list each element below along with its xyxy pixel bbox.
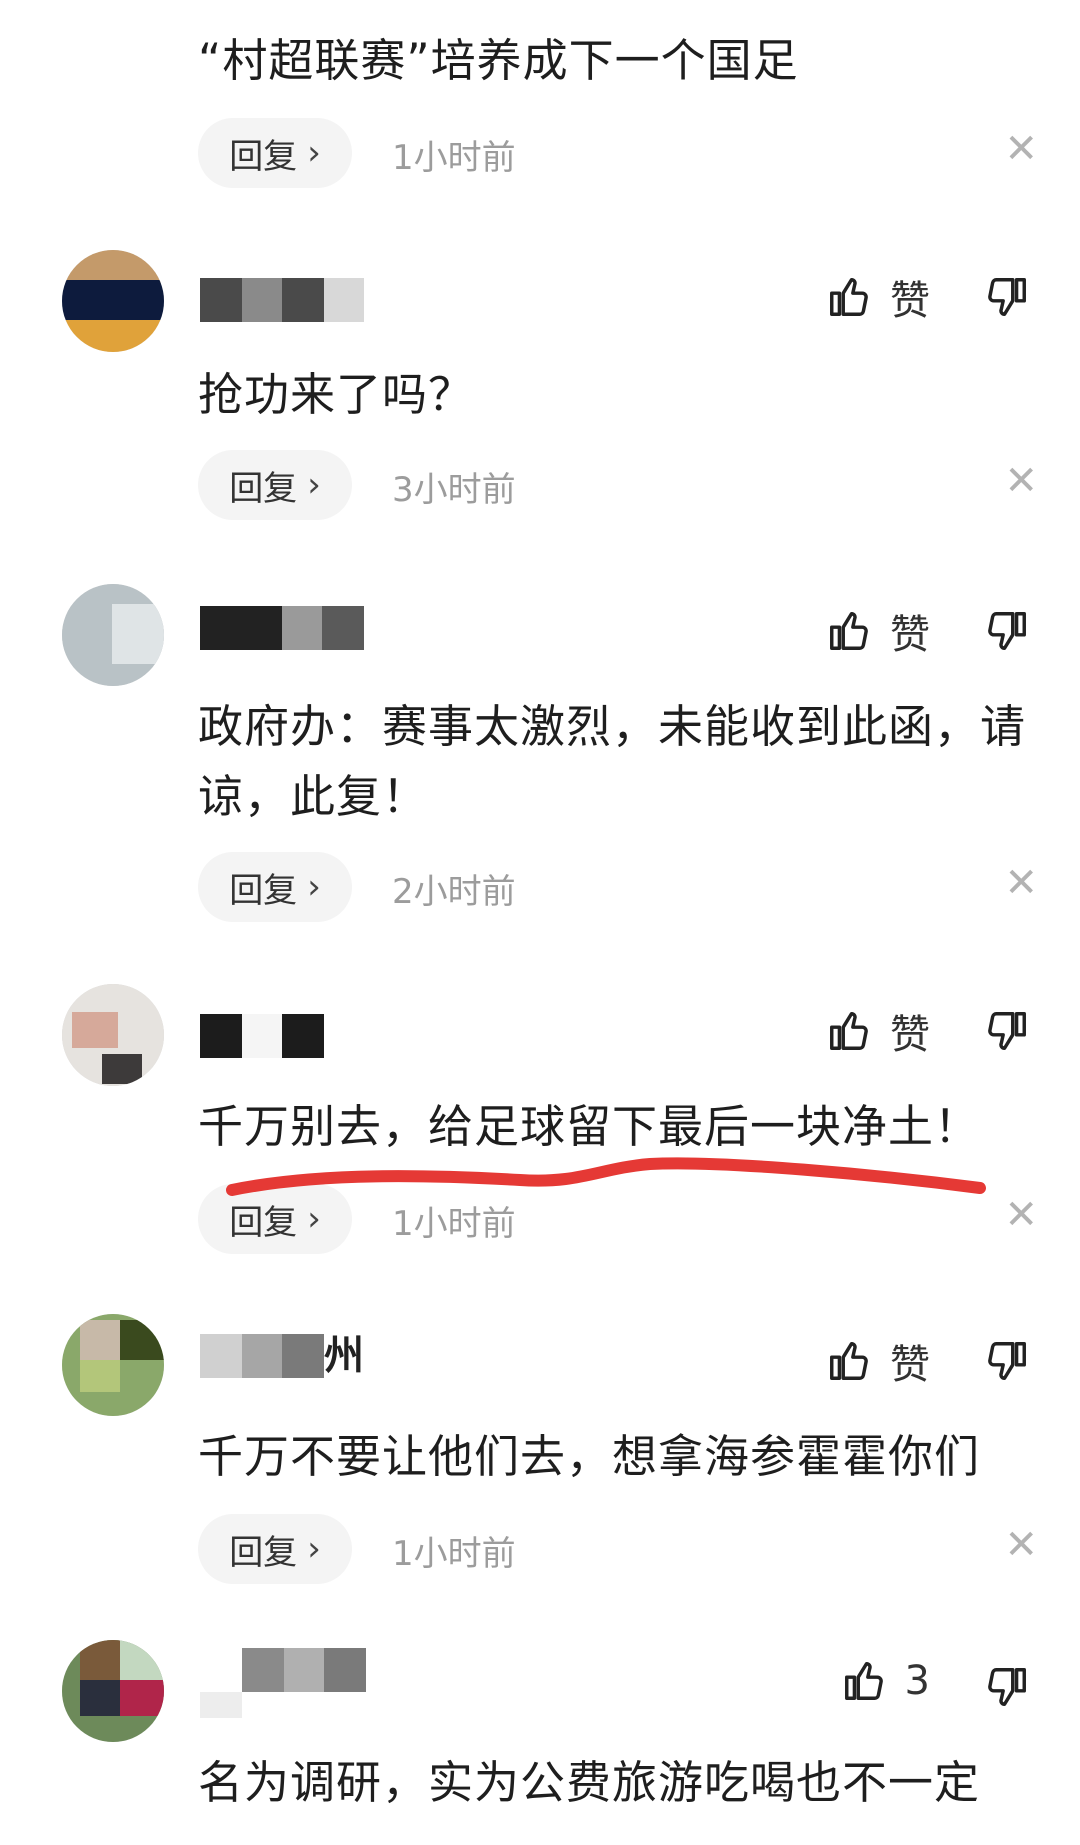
thumbs-down-icon[interactable] bbox=[984, 1008, 1030, 1054]
username-visible-fragment: 州 bbox=[324, 1333, 364, 1379]
comment-text: 千万不要让他们去，想拿海参霍霍你们 bbox=[198, 1430, 981, 1483]
comment-actions: 回复 › 1小时前 ✕ bbox=[198, 1514, 1058, 1584]
avatar[interactable] bbox=[62, 1314, 164, 1416]
close-icon[interactable]: ✕ bbox=[1004, 124, 1038, 174]
comment-text: 抢功来了吗？ bbox=[198, 368, 475, 421]
close-icon[interactable]: ✕ bbox=[1004, 1190, 1038, 1240]
thumbs-up-icon bbox=[826, 608, 872, 654]
chevron-right-icon: › bbox=[307, 465, 321, 505]
avatar[interactable] bbox=[62, 584, 164, 686]
reply-label: 回复 bbox=[229, 468, 298, 509]
reply-button[interactable]: 回复 › bbox=[198, 1184, 352, 1254]
like-label: 赞 bbox=[890, 278, 930, 324]
chevron-right-icon: › bbox=[307, 133, 321, 173]
comment-text: “村超联赛”培养成下一个国足 bbox=[198, 34, 799, 87]
thumbs-down-icon[interactable] bbox=[984, 1338, 1030, 1384]
comment-actions: 回复 › 1小时前 ✕ bbox=[198, 118, 1058, 188]
reply-label: 回复 bbox=[229, 1202, 298, 1243]
comment-actions: 回复 › 2小时前 ✕ bbox=[198, 852, 1058, 922]
thumbs-up-icon bbox=[826, 1008, 872, 1054]
avatar[interactable] bbox=[62, 250, 164, 352]
like-button[interactable]: 赞 bbox=[826, 602, 930, 660]
comment-time: 1小时前 bbox=[392, 1204, 516, 1244]
close-icon[interactable]: ✕ bbox=[1004, 858, 1038, 908]
chevron-right-icon: › bbox=[307, 1199, 321, 1239]
like-button[interactable]: 赞 bbox=[826, 1332, 930, 1390]
comment-time: 1小时前 bbox=[392, 1534, 516, 1574]
close-icon[interactable]: ✕ bbox=[1004, 1520, 1038, 1570]
username-redacted[interactable] bbox=[200, 1014, 370, 1058]
like-count: 3 bbox=[904, 1658, 930, 1704]
comment-time: 2小时前 bbox=[392, 872, 516, 912]
reply-button[interactable]: 回复 › bbox=[198, 450, 352, 520]
avatar[interactable] bbox=[62, 1640, 164, 1742]
comment-text: 名为调研，实为公费旅游吃喝也不一定 bbox=[198, 1756, 981, 1809]
username-redacted[interactable] bbox=[200, 278, 370, 322]
like-label: 赞 bbox=[890, 1012, 930, 1058]
avatar[interactable] bbox=[62, 984, 164, 1086]
like-label: 赞 bbox=[890, 1342, 930, 1388]
reply-button[interactable]: 回复 › bbox=[198, 118, 352, 188]
comment-actions: 回复 › 3小时前 ✕ bbox=[198, 450, 1058, 520]
chevron-right-icon: › bbox=[307, 867, 321, 907]
comment-actions: 回复 › 1小时前 ✕ bbox=[198, 1184, 1058, 1254]
like-label: 赞 bbox=[890, 612, 930, 658]
thumbs-down-icon[interactable] bbox=[984, 274, 1030, 320]
thumbs-up-icon bbox=[826, 274, 872, 320]
username-redacted[interactable] bbox=[200, 1648, 370, 1718]
comment-time: 3小时前 bbox=[392, 470, 516, 510]
thumbs-up-icon bbox=[841, 1658, 887, 1704]
comment-list: “村超联赛”培养成下一个国足 回复 › 1小时前 ✕ 赞 抢功来了吗？ 回复 ›… bbox=[0, 0, 1080, 1845]
thumbs-down-icon[interactable] bbox=[984, 1664, 1030, 1710]
thumbs-down-icon[interactable] bbox=[984, 608, 1030, 654]
comment-time: 1小时前 bbox=[392, 138, 516, 178]
reply-label: 回复 bbox=[229, 870, 298, 911]
like-button[interactable]: 3 bbox=[841, 1658, 930, 1704]
chevron-right-icon: › bbox=[307, 1529, 321, 1569]
like-button[interactable]: 赞 bbox=[826, 1002, 930, 1060]
comment-text: 千万别去，给足球留下最后一块净土！ bbox=[198, 1100, 981, 1153]
username-redacted[interactable]: 州 bbox=[200, 1334, 370, 1378]
reply-label: 回复 bbox=[229, 1532, 298, 1573]
username-redacted[interactable] bbox=[200, 606, 370, 650]
comment-text: 政府办：赛事太激烈，未能收到此函，请谅，此复！ bbox=[198, 700, 1027, 823]
close-icon[interactable]: ✕ bbox=[1004, 456, 1038, 506]
reply-button[interactable]: 回复 › bbox=[198, 852, 352, 922]
like-button[interactable]: 赞 bbox=[826, 268, 930, 326]
reply-button[interactable]: 回复 › bbox=[198, 1514, 352, 1584]
reply-label: 回复 bbox=[229, 136, 298, 177]
thumbs-up-icon bbox=[826, 1338, 872, 1384]
